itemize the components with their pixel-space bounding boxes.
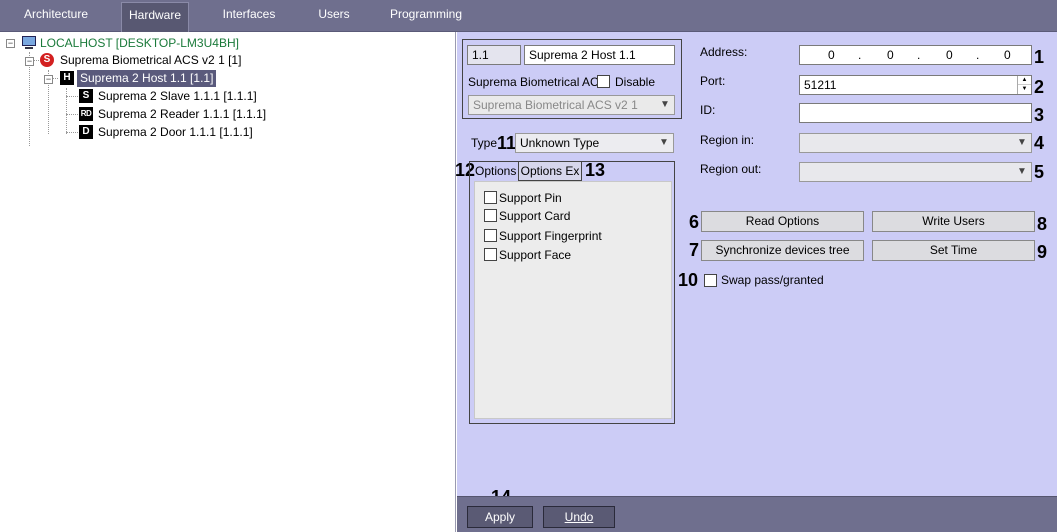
tab-architecture[interactable]: Architecture	[14, 0, 98, 32]
chevron-down-icon: ▼	[659, 137, 669, 148]
type-select[interactable]: Unknown Type ▼	[515, 133, 674, 153]
tree-connector	[66, 96, 78, 97]
set-time-button[interactable]: Set Time	[872, 240, 1035, 261]
subtab-options-ex[interactable]: Options Ex	[518, 161, 582, 181]
sync-devices-tree-button[interactable]: Synchronize devices tree	[701, 240, 864, 261]
support-card-label: Support Card	[499, 209, 571, 223]
support-face-label: Support Face	[499, 248, 572, 262]
host-icon: H	[60, 71, 74, 85]
tree-node-host[interactable]: Suprema 2 Host 1.1 [1.1]	[77, 70, 217, 87]
callout-4: 4	[1034, 133, 1045, 153]
read-options-button[interactable]: Read Options	[701, 211, 864, 232]
id-field[interactable]	[799, 103, 1032, 123]
tree-node-localhost[interactable]: LOCALHOST [DESKTOP-LM3U4BH]	[40, 35, 239, 52]
hardware-tree: − LOCALHOST [DESKTOP-LM3U4BH] − S Suprem…	[0, 32, 456, 532]
tree-connector	[29, 52, 30, 146]
tab-hardware[interactable]: Hardware	[121, 2, 189, 32]
chevron-down-icon: ▼	[1017, 137, 1027, 148]
object-id-field[interactable]: 1.1	[467, 45, 521, 65]
disable-checkbox[interactable]	[597, 75, 610, 88]
callout-13: 13	[585, 160, 606, 180]
callout-9: 9	[1037, 242, 1048, 262]
swap-pass-granted-label: Swap pass/granted	[721, 273, 824, 287]
tab-users[interactable]: Users	[312, 0, 356, 32]
chevron-down-icon: ▼	[660, 99, 670, 110]
callout-1: 1	[1034, 47, 1045, 67]
support-face-checkbox[interactable]	[484, 248, 497, 261]
collapse-host-icon[interactable]: −	[44, 75, 53, 84]
undo-button[interactable]: Undo	[543, 506, 615, 528]
support-pin-label: Support Pin	[499, 191, 562, 205]
subtab-options[interactable]: Options	[475, 164, 516, 178]
properties-panel: 1.1 Suprema 2 Host 1.1 Suprema Biometric…	[455, 32, 1057, 507]
swap-pass-granted-checkbox[interactable]	[704, 274, 717, 287]
tree-connector	[66, 132, 78, 133]
port-label: Port:	[700, 74, 726, 88]
tree-connector	[66, 88, 67, 134]
tree-connector	[66, 114, 78, 115]
apply-button[interactable]: Apply	[467, 506, 533, 528]
chevron-down-icon: ▼	[1017, 166, 1027, 177]
tree-node-door[interactable]: Suprema 2 Door 1.1.1 [1.1.1]	[98, 124, 253, 141]
support-pin-checkbox[interactable]	[484, 191, 497, 204]
parent-select[interactable]: Suprema Biometrical ACS v2 1 ▼	[468, 95, 675, 115]
suprema-acs-icon: S	[40, 53, 54, 67]
callout-10: 10	[678, 270, 699, 290]
callout-5: 5	[1034, 162, 1045, 182]
tab-programming[interactable]: Programming	[386, 0, 466, 32]
top-tab-bar: Architecture Hardware Interfaces Users P…	[0, 0, 1057, 32]
collapse-acs-icon[interactable]: −	[25, 57, 34, 66]
callout-8: 8	[1037, 214, 1048, 234]
region-in-select[interactable]: ▼	[799, 133, 1032, 153]
arrow-up-icon[interactable]: ▲	[1018, 76, 1031, 85]
type-label: Type	[471, 136, 498, 150]
tab-interfaces[interactable]: Interfaces	[214, 0, 284, 32]
reader-icon: RD	[79, 107, 93, 121]
callout-3: 3	[1034, 105, 1045, 125]
slave-icon: S	[79, 89, 93, 103]
region-out-label: Region out:	[700, 162, 762, 176]
tree-node-acs[interactable]: Suprema Biometrical ACS v2 1 [1]	[60, 52, 241, 69]
port-stepper[interactable]: ▲ ▼	[1017, 76, 1031, 94]
bottom-action-bar: Apply Undo	[457, 496, 1057, 532]
object-name-field[interactable]: Suprema 2 Host 1.1	[524, 45, 675, 65]
write-users-button[interactable]: Write Users	[872, 211, 1035, 232]
disable-label: Disable	[615, 75, 656, 89]
support-fingerprint-label: Support Fingerprint	[499, 229, 602, 243]
callout-2: 2	[1034, 77, 1045, 97]
region-out-select[interactable]: ▼	[799, 162, 1032, 182]
door-icon: D	[79, 125, 93, 139]
parent-label: Suprema Biometrical ACS	[468, 75, 607, 89]
address-field[interactable]: 0 . 0 . 0 . 0	[799, 45, 1032, 65]
tree-node-reader[interactable]: Suprema 2 Reader 1.1.1 [1.1.1]	[98, 106, 266, 123]
callout-6: 6	[689, 212, 700, 232]
arrow-down-icon[interactable]: ▼	[1018, 85, 1031, 94]
computer-icon	[21, 36, 37, 50]
callout-7: 7	[689, 240, 700, 260]
collapse-root-icon[interactable]: −	[6, 39, 15, 48]
tree-node-slave[interactable]: Suprema 2 Slave 1.1.1 [1.1.1]	[98, 88, 257, 105]
id-label: ID:	[700, 103, 716, 117]
support-fingerprint-checkbox[interactable]	[484, 229, 497, 242]
address-label: Address:	[700, 45, 748, 59]
port-field[interactable]: 51211	[799, 75, 1032, 95]
support-card-checkbox[interactable]	[484, 209, 497, 222]
callout-11: 11	[497, 133, 517, 153]
region-in-label: Region in:	[700, 133, 755, 147]
